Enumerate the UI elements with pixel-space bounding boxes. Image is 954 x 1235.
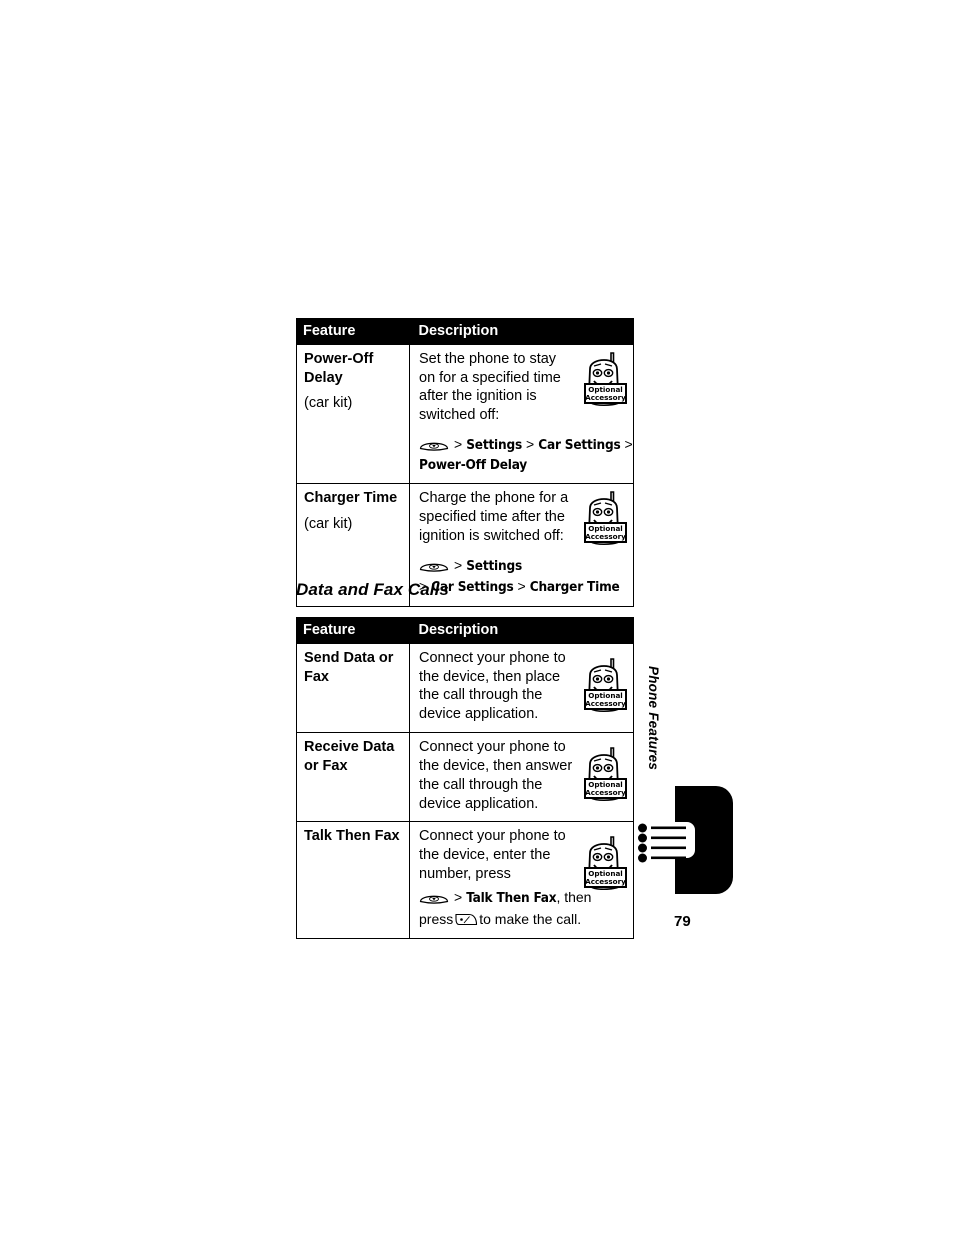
svg-text:Accessory: Accessory xyxy=(585,877,626,886)
path-separator: > xyxy=(526,436,535,453)
feature-note: (car kit) xyxy=(304,395,353,412)
column-header-description: Description xyxy=(409,617,634,644)
menu-key-icon xyxy=(419,891,449,904)
feature-name: Send Data or Fax xyxy=(304,649,394,685)
optional-accessory-icon: Optional Accessory xyxy=(577,746,629,802)
menu-path-segment: Talk Then Fax xyxy=(466,889,557,906)
menu-path-segment: Settings xyxy=(466,557,522,574)
optional-accessory-icon: Optional Accessory xyxy=(577,835,629,891)
description-cell: Connect your phone to the device, then a… xyxy=(409,732,634,823)
menu-key-icon xyxy=(419,559,449,572)
svg-text:Accessory: Accessory xyxy=(585,532,626,541)
path-separator: > xyxy=(454,556,463,573)
feature-name: Power-Off Delay xyxy=(304,350,374,386)
page-number: 79 xyxy=(674,913,691,930)
table-row: Power-Off Delay (car kit) Set the phone … xyxy=(296,343,635,485)
menu-path: > Talk Then Fax, then press to make the … xyxy=(419,887,635,930)
description-cell: Connect your phone to the device, enter … xyxy=(409,821,635,940)
path-separator: > xyxy=(454,888,463,905)
table-row: Receive Data or Fax Connect your phone t… xyxy=(296,732,634,823)
data-fax-feature-table: Feature Description Send Data or Fax Con… xyxy=(296,617,635,940)
svg-text:Accessory: Accessory xyxy=(585,393,626,402)
feature-cell: Power-Off Delay (car kit) xyxy=(296,343,410,485)
chapter-tab-icon xyxy=(638,786,733,894)
table-header-row: Feature Description xyxy=(296,617,634,644)
menu-path: > Settings > Car Settings > Charger Time xyxy=(419,555,635,598)
description-cell: Connect your phone to the device, then p… xyxy=(409,642,634,734)
section-heading: Data and Fax Calls xyxy=(296,580,449,599)
page-canvas: Feature Description Power-Off Delay (car… xyxy=(0,0,954,1235)
feature-name: Receive Data or Fax xyxy=(304,739,395,774)
path-separator: > xyxy=(454,436,463,453)
menu-path-segment: Car Settings xyxy=(538,437,621,454)
feature-cell: Talk Then Fax xyxy=(296,821,410,940)
menu-key-icon xyxy=(419,438,449,451)
feature-name: Talk Then Fax xyxy=(304,828,400,845)
column-header-feature: Feature xyxy=(296,617,410,644)
chapter-side-label: Phone Features xyxy=(646,666,661,771)
feature-cell: Send Data or Fax xyxy=(296,642,410,734)
column-header-feature: Feature xyxy=(296,318,410,345)
svg-text:Accessory: Accessory xyxy=(585,699,626,708)
trailer-prefix: press xyxy=(419,910,454,927)
table-header-row: Feature Description xyxy=(296,318,634,345)
menu-path-segment: Charger Time xyxy=(529,579,620,596)
description-cell: Set the phone to stay on for a specified… xyxy=(409,343,635,485)
optional-accessory-icon: Optional Accessory xyxy=(577,351,629,407)
menu-path-segment: Settings xyxy=(466,437,522,454)
feature-note: (car kit) xyxy=(304,516,353,533)
path-separator: > xyxy=(517,578,526,595)
menu-path-segment: Power-Off Delay xyxy=(419,456,528,473)
optional-accessory-icon: Optional Accessory xyxy=(577,490,629,546)
svg-text:Accessory: Accessory xyxy=(585,788,626,797)
menu-path: > Settings > Car Settings > Power-Off De… xyxy=(419,434,635,475)
description-line: switched off: xyxy=(419,407,500,424)
trailer-suffix: to make the call. xyxy=(479,910,582,927)
table-row: Talk Then Fax Connect your phone to the … xyxy=(296,821,635,940)
column-header-description: Description xyxy=(409,318,634,345)
feature-cell: Receive Data or Fax xyxy=(296,732,410,823)
feature-name: Charger Time xyxy=(304,490,398,507)
car-settings-feature-table: Feature Description Power-Off Delay (car… xyxy=(296,318,634,607)
table-row: Send Data or Fax Connect your phone to t… xyxy=(296,642,634,734)
path-separator: > xyxy=(624,436,633,453)
optional-accessory-icon: Optional Accessory xyxy=(577,657,629,713)
send-key-icon xyxy=(454,912,478,927)
